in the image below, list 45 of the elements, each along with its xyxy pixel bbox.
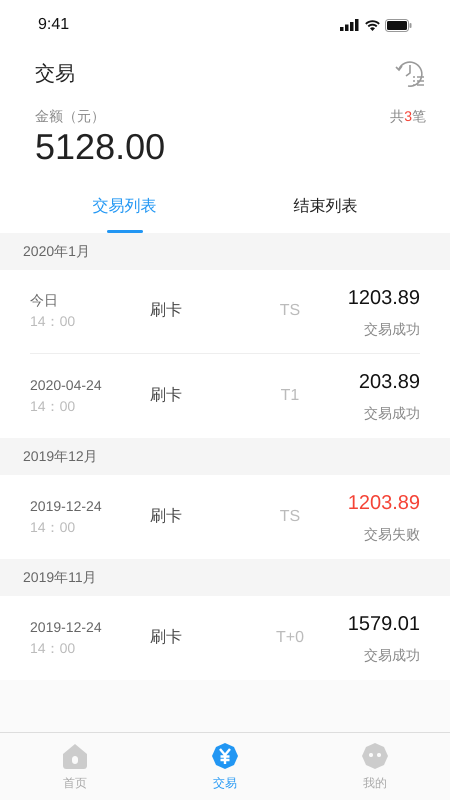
transaction-date: 2019-12-24 bbox=[30, 618, 103, 637]
tab[interactable]: 结束列表 bbox=[294, 182, 358, 233]
transaction-type: 刷卡 bbox=[150, 628, 183, 648]
battery-icon bbox=[385, 18, 412, 32]
transaction-time: 14：00 bbox=[30, 638, 76, 658]
wifi-icon bbox=[364, 19, 381, 31]
transaction-amount: 203.89 bbox=[358, 370, 420, 396]
nav-tab[interactable]: 我的 bbox=[351, 738, 399, 796]
nav-tab[interactable]: 首页 bbox=[51, 738, 99, 796]
yuan-icon bbox=[211, 742, 239, 770]
count-label: 共 bbox=[390, 107, 404, 126]
settlement-type: T1 bbox=[280, 386, 300, 406]
transaction-status: 交易成功 bbox=[364, 646, 420, 666]
status-time: 9:41 bbox=[38, 15, 70, 35]
month-header: 2020年1月 bbox=[0, 232, 450, 270]
month-header: 2019年11月 bbox=[0, 558, 450, 596]
transaction-status: 交易失败 bbox=[364, 525, 420, 544]
tab[interactable]: 交易列表 bbox=[92, 182, 156, 233]
amount-label: 金额（元） bbox=[35, 107, 105, 126]
nav-tab[interactable]: 交易 bbox=[201, 738, 249, 796]
transaction-time: 14：00 bbox=[30, 312, 76, 332]
face-icon bbox=[361, 742, 389, 770]
transaction-amount: 1579.01 bbox=[348, 612, 420, 638]
transaction-status: 交易成功 bbox=[364, 320, 420, 339]
transaction-time: 14：00 bbox=[30, 518, 76, 537]
count-value: 3 bbox=[404, 107, 412, 126]
transaction-type: 刷卡 bbox=[150, 300, 183, 322]
signal-icon bbox=[340, 19, 360, 31]
transaction-date: 今日 bbox=[30, 291, 59, 310]
total-amount: 5128.00 bbox=[35, 127, 166, 167]
transaction-amount: 1203.89 bbox=[348, 286, 420, 311]
transaction-type: 刷卡 bbox=[150, 506, 183, 527]
home-icon bbox=[61, 742, 89, 770]
transaction-type: 刷卡 bbox=[150, 386, 183, 406]
settlement-type: TS bbox=[278, 506, 302, 527]
transaction-amount: 1203.89 bbox=[348, 491, 420, 516]
page-title: 交易 bbox=[35, 62, 75, 87]
month-header: 2019年12月 bbox=[0, 438, 450, 475]
transaction-date: 2019-12-24 bbox=[30, 496, 103, 516]
count-label: 笔 bbox=[412, 107, 426, 126]
transaction-date: 2020-04-24 bbox=[30, 376, 103, 395]
settlement-type: TS bbox=[278, 301, 302, 322]
transaction-time: 14：00 bbox=[30, 396, 76, 416]
settlement-type: T+0 bbox=[274, 628, 305, 648]
transaction-status: 交易成功 bbox=[364, 404, 420, 424]
